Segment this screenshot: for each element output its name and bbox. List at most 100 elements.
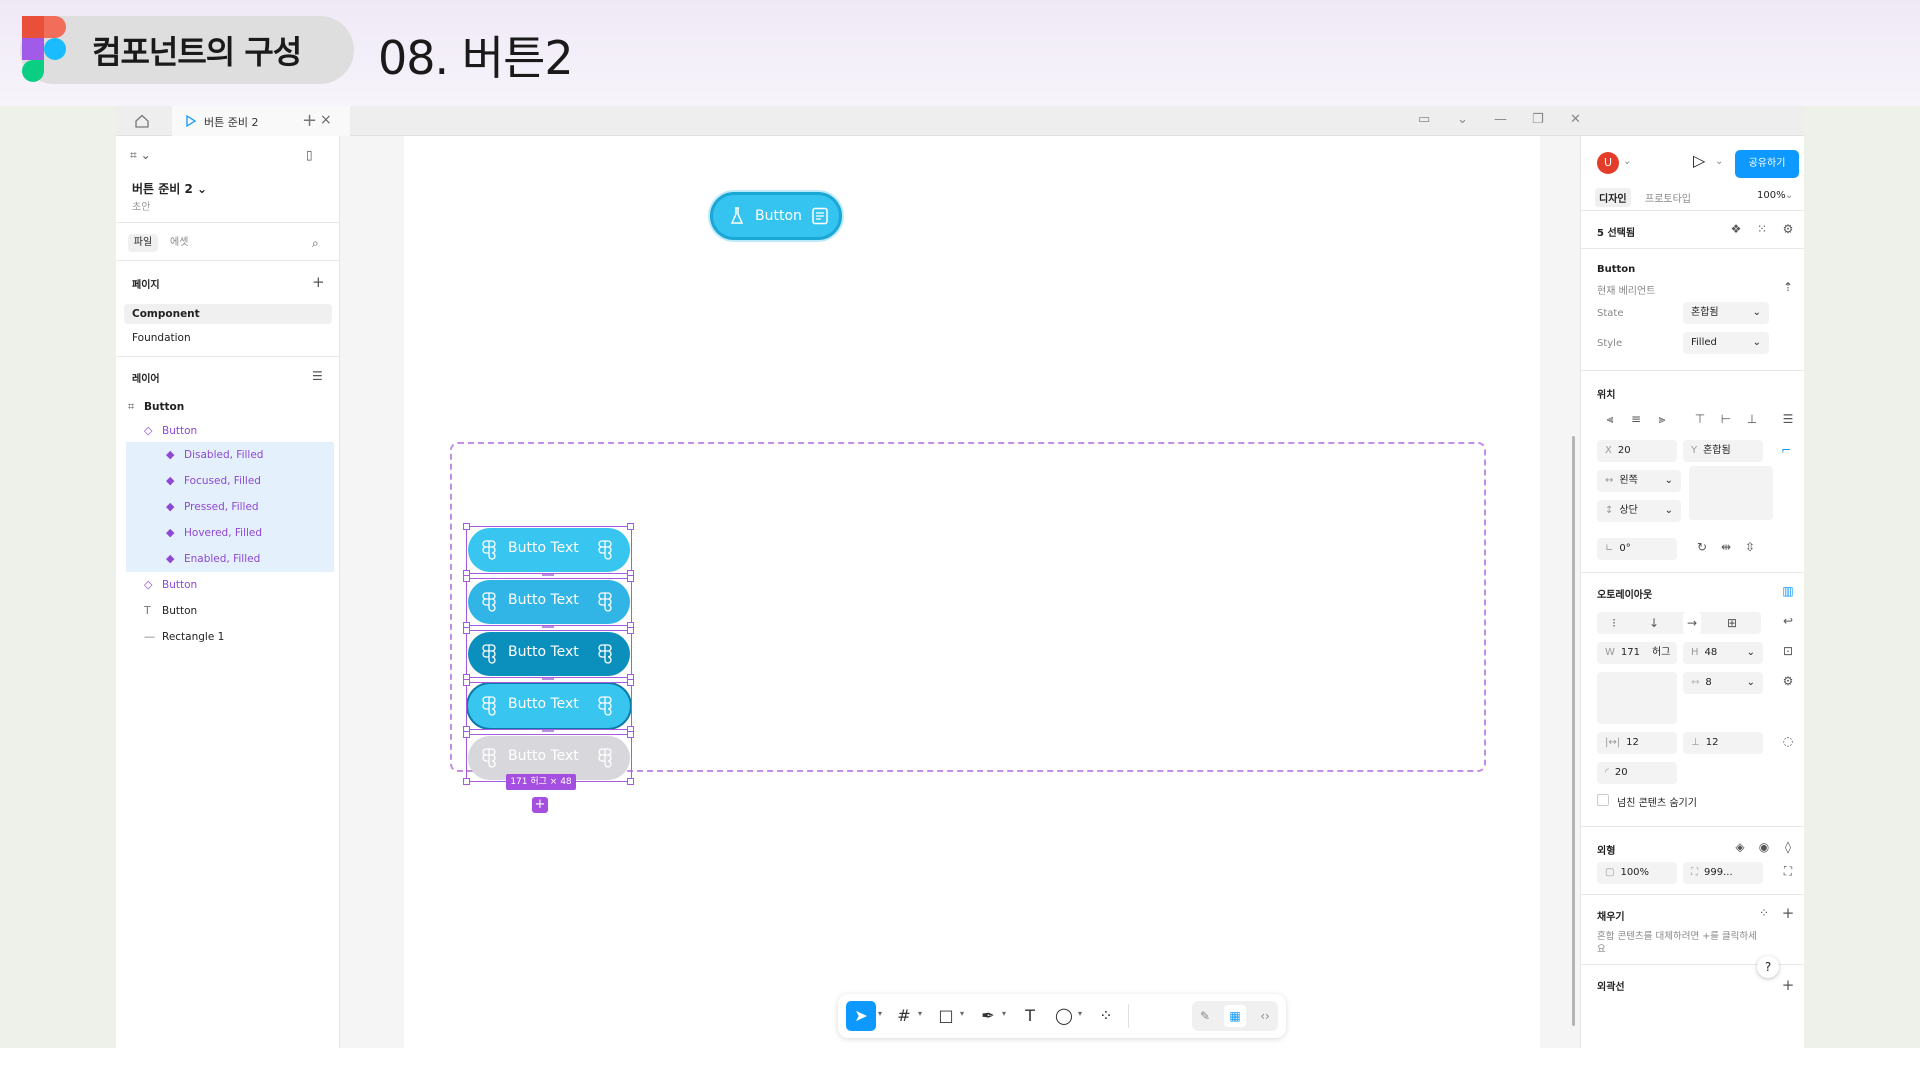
align-top-icon[interactable]: ⊤ [1691, 412, 1709, 426]
flip-vertical-icon[interactable]: ⇳ [1741, 540, 1759, 554]
drop-icon[interactable]: ◊ [1779, 840, 1797, 854]
resize-handle[interactable] [463, 627, 470, 634]
horizontal-direction-icon[interactable]: → [1683, 612, 1701, 634]
upload-icon[interactable]: ⇡ [1779, 280, 1797, 294]
frame-tool-icon[interactable]: # [892, 1004, 916, 1028]
constraint-widget[interactable] [1689, 466, 1773, 520]
resize-handle[interactable] [463, 575, 470, 582]
actions-tool-icon[interactable]: ⁘ [1094, 1004, 1118, 1028]
present-icon[interactable]: ▷ [1693, 151, 1705, 170]
constraint-icon[interactable]: ⌐ [1777, 443, 1795, 457]
y-field[interactable]: Y 혼합됨 [1683, 440, 1763, 462]
grid-direction-icon[interactable]: ⊞ [1723, 612, 1741, 634]
tab-design[interactable]: 디자인 [1595, 188, 1631, 207]
corner-radius-field[interactable]: ⛶ 999... [1683, 862, 1763, 884]
dev-mode-icon[interactable]: ‹› [1254, 1005, 1276, 1027]
resize-handle[interactable] [463, 523, 470, 530]
opacity-field[interactable]: ▢ 100% [1597, 862, 1677, 884]
resize-handle[interactable] [627, 679, 634, 686]
resize-handle[interactable] [627, 778, 634, 785]
rotation-field[interactable]: ∟ 0° [1597, 538, 1677, 560]
eye-icon[interactable]: ◉ [1755, 840, 1773, 854]
layer-item[interactable]: ◆ Disabled, Filled [126, 442, 334, 468]
add-variant-button[interactable]: + [532, 797, 548, 813]
layer-item[interactable]: T Button [126, 598, 334, 624]
resize-handle[interactable] [627, 731, 634, 738]
distribute-icon[interactable]: ☰ [1779, 412, 1797, 426]
tab-close-icon[interactable]: × [320, 112, 332, 128]
horizontal-padding-field[interactable]: |↔| 12 [1597, 732, 1677, 754]
restore-icon[interactable]: ❐ [1532, 112, 1544, 127]
figma-menu-icon[interactable]: ⌗ ⌄ [130, 148, 151, 163]
resize-handle[interactable] [463, 731, 470, 738]
align-left-icon[interactable]: ⫷ [1601, 412, 1619, 427]
sidebar-toggle-icon[interactable]: ▭ [1418, 112, 1430, 127]
align-middle-icon[interactable]: ⊢ [1717, 412, 1735, 426]
add-fill-icon[interactable]: + [1779, 904, 1797, 922]
layer-item[interactable]: ◆ Hovered, Filled [126, 520, 334, 546]
pen-tool-icon[interactable]: ✒ [976, 1004, 1000, 1028]
zoom-level[interactable]: 100% [1757, 190, 1786, 201]
layer-item[interactable]: ◆ Enabled, Filled [126, 546, 334, 572]
comment-tool-icon[interactable]: ◯ [1052, 1004, 1076, 1028]
radius-field[interactable]: ◜ 20 [1597, 762, 1677, 784]
share-button[interactable]: 공유하기 [1735, 150, 1799, 178]
canvas[interactable]: Button Butto Text Butto Text Butto Text … [340, 136, 1540, 1048]
horizontal-constraint-select[interactable]: ↔ 왼쪽 ⌄ [1597, 470, 1681, 492]
minimize-icon[interactable]: — [1494, 112, 1507, 127]
rectangle-tool-icon[interactable]: □ [934, 1004, 958, 1028]
chevron-down-icon[interactable]: ▾ [1002, 1009, 1006, 1018]
styles-icon[interactable]: ⁘ [1755, 906, 1773, 920]
canvas-scrollbar[interactable] [1572, 436, 1575, 1026]
height-field[interactable]: H 48 ⌄ [1683, 642, 1763, 664]
draw-mode-icon[interactable]: ✎ [1194, 1005, 1216, 1027]
search-icon[interactable]: ⌕ [312, 236, 319, 251]
padding-options-icon[interactable]: ◌ [1779, 734, 1797, 748]
button-instance[interactable]: Button [710, 192, 842, 240]
panel-toggle-icon[interactable]: ▯ [306, 148, 313, 162]
chevron-down-icon[interactable]: ⌄ [1785, 190, 1793, 201]
layer-item[interactable]: ◇ Button [126, 572, 334, 598]
vertical-direction-icon[interactable]: ↓ [1645, 612, 1663, 634]
align-bottom-icon[interactable]: ⊥ [1743, 412, 1761, 426]
clip-content-checkbox[interactable] [1597, 794, 1609, 806]
add-page-icon[interactable]: + [312, 273, 325, 291]
resize-handle[interactable] [627, 575, 634, 582]
prop-style-select[interactable]: Filled ⌄ [1683, 332, 1769, 354]
layer-options-icon[interactable]: ☰ [312, 369, 323, 383]
page-item-foundation[interactable]: Foundation [124, 328, 332, 348]
add-stroke-icon[interactable]: + [1779, 976, 1797, 994]
resize-handle[interactable] [463, 778, 470, 785]
grid-icon[interactable]: ⁙ [1753, 222, 1771, 236]
width-field[interactable]: W 171 허그 [1597, 642, 1677, 664]
advanced-settings-icon[interactable]: ⚙ [1779, 674, 1797, 688]
wrap-icon[interactable]: ⁝ [1605, 612, 1623, 634]
tab-file-panel[interactable]: 파일 [128, 234, 158, 252]
move-tool-icon[interactable]: ➤ [846, 1001, 876, 1031]
layer-item[interactable]: — Rectangle 1 [126, 624, 334, 650]
layer-item[interactable]: ◆ Focused, Filled [126, 468, 334, 494]
chevron-down-icon[interactable]: ▾ [960, 1009, 964, 1018]
vertical-constraint-select[interactable]: ↕ 상단 ⌄ [1597, 500, 1681, 522]
tab-assets[interactable]: 에셋 [170, 234, 188, 252]
chevron-down-icon[interactable]: ▾ [1078, 1009, 1082, 1018]
chevron-down-icon[interactable]: ⌄ [1457, 112, 1468, 127]
close-window-icon[interactable]: ✕ [1570, 112, 1581, 127]
alignment-grid[interactable] [1597, 672, 1677, 724]
home-icon[interactable] [134, 113, 150, 129]
x-field[interactable]: X 20 [1597, 440, 1677, 462]
page-item-component[interactable]: Component [124, 304, 332, 324]
canvas-frame[interactable]: Button Butto Text Butto Text Butto Text … [404, 136, 1540, 1048]
avatar[interactable]: U [1597, 152, 1619, 174]
chevron-down-icon[interactable]: ⌄ [1715, 156, 1723, 167]
prop-state-select[interactable]: 혼합됨 ⌄ [1683, 302, 1769, 324]
resize-handle[interactable] [627, 523, 634, 530]
tab-prototype[interactable]: 프로토타입 [1645, 190, 1691, 205]
chevron-down-icon[interactable]: ⌄ [1623, 156, 1631, 167]
component-icon[interactable]: ❖ [1727, 222, 1745, 236]
design-mode-icon[interactable]: ▦ [1224, 1005, 1246, 1027]
resize-to-fit-icon[interactable]: ⊡ [1779, 644, 1797, 658]
autolayout-icon[interactable]: ▥ [1779, 584, 1797, 598]
file-name[interactable]: 버튼 준비 2 ⌄ [132, 180, 207, 197]
rotate-icon[interactable]: ↻ [1693, 540, 1711, 554]
